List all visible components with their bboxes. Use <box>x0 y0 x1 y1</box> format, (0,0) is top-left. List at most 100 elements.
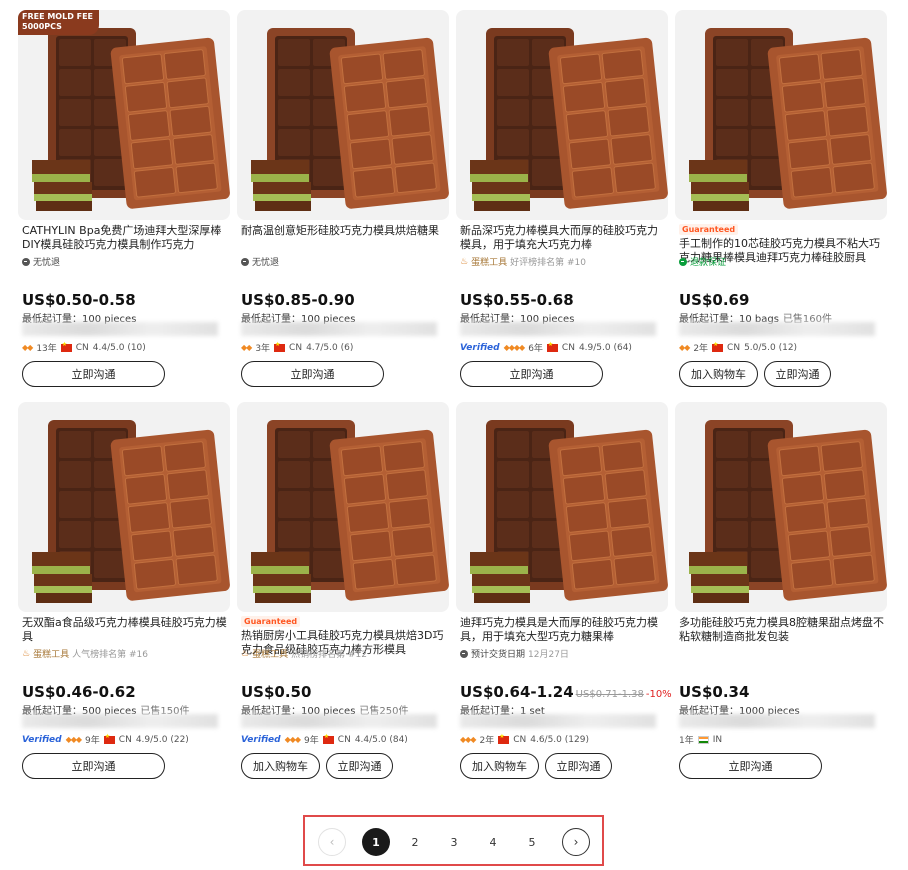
contact-now-button[interactable]: 立即沟通 <box>679 753 822 779</box>
product-subline: 无忧退 <box>241 255 279 268</box>
product-image[interactable] <box>675 402 887 612</box>
contact-now-button[interactable]: 立即沟通 <box>241 361 384 387</box>
subline-text: 无忧退 <box>252 258 280 268</box>
page-2-button[interactable]: 2 <box>401 828 429 856</box>
country-flag-icon <box>697 735 709 744</box>
subline-text: 无忧退 <box>33 258 61 268</box>
supplier-rating: 4.4/5.0 (84) <box>354 734 408 745</box>
prev-page-button[interactable]: ‹ <box>318 828 346 856</box>
page-1-button[interactable]: 1 <box>362 828 390 856</box>
chocolate-mold-image <box>251 420 449 603</box>
subline-text: 预计交货日期 <box>471 650 526 660</box>
supplier-rating: 4.6/5.0 (129) <box>530 734 589 745</box>
supplier-meta: ◆◆3年 CN4.7/5.0 (6) <box>241 341 353 355</box>
check-shield-icon <box>679 257 687 266</box>
product-image[interactable] <box>237 10 449 220</box>
blurred-supplier-name <box>460 322 656 336</box>
price-value: US$0.64-1.24 <box>460 683 574 701</box>
product-title[interactable]: 新品深巧克力棒模具大而厚的硅胶巧克力模具，用于填充大巧克力棒 <box>460 224 666 252</box>
verified-badge: Verified <box>460 342 500 353</box>
product-title[interactable]: 无双酯a食品级巧克力棒模具硅胶巧克力模具 <box>22 616 228 644</box>
flame-icon: ♨ <box>460 256 469 267</box>
price-value: US$0.50-0.58 <box>22 291 136 309</box>
product-subline: ♨ 蛋糕工具 好评榜排名第 #10 <box>460 255 586 269</box>
next-page-button[interactable]: › <box>562 828 590 856</box>
product-image[interactable] <box>237 402 449 612</box>
product-title[interactable]: CATHYLIN Bpa免费广场迪拜大型深厚棒DIY模具硅胶巧克力模具制作巧克力 <box>22 224 228 252</box>
price-value: US$0.34 <box>679 683 750 701</box>
supplier-country: CN <box>75 342 89 353</box>
supplier-years: 2年 <box>693 344 709 354</box>
product-image[interactable] <box>456 402 668 612</box>
add-to-cart-button[interactable]: 加入购物车 <box>460 753 539 779</box>
product-title[interactable]: 迪拜巧克力模具是大而厚的硅胶巧克力模具，用于填充大型巧克力糖果棒 <box>460 616 666 644</box>
product-card[interactable]: 新品深巧克力棒模具大而厚的硅胶巧克力模具，用于填充大巧克力棒 ♨ 蛋糕工具 好评榜排名… <box>456 10 668 396</box>
product-card[interactable]: FREE MOLD FEE 5000PCS CATHYLIN Bpa免费广场迪拜大… <box>18 10 230 396</box>
supplier-country: CN <box>337 734 351 745</box>
product-title[interactable]: 耐高温创意矩形硅胶巧克力模具烘焙糖果 <box>241 224 447 252</box>
product-price: US$0.55-0.68 <box>460 291 574 309</box>
product-title[interactable]: 多功能硅胶巧克力模具8腔糖果甜点烤盘不粘软糖制造商批发包装 <box>679 616 885 644</box>
product-image[interactable] <box>18 402 230 612</box>
info-icon <box>241 257 249 266</box>
contact-now-button[interactable]: 立即沟通 <box>22 753 165 779</box>
supplier-years: 3年 <box>255 344 271 354</box>
chocolate-mold-image <box>251 28 449 211</box>
blurred-supplier-name <box>22 322 218 336</box>
price-value: US$0.85-0.90 <box>241 291 355 309</box>
product-card[interactable]: 无双酯a食品级巧克力棒模具硅胶巧克力模具 ♨ 蛋糕工具 人气榜排名第 #16 US$0.… <box>18 402 230 788</box>
product-grid: FREE MOLD FEE 5000PCS CATHYLIN Bpa免费广场迪拜大… <box>18 10 890 788</box>
diamond-rating-icon: ◆◆ <box>241 343 252 352</box>
free-mold-fee-badge: FREE MOLD FEE 5000PCS <box>18 10 100 35</box>
diamond-rating-icon: ◆◆◆ <box>460 735 477 744</box>
add-to-cart-button[interactable]: 加入购物车 <box>241 753 320 779</box>
product-subline: 退款保证 <box>679 255 726 268</box>
card-actions: 加入购物车 立即沟通 <box>460 753 612 779</box>
add-to-cart-button[interactable]: 加入购物车 <box>679 361 758 387</box>
supplier-meta: Verified◆◆◆◆6年 CN4.9/5.0 (64) <box>460 341 632 355</box>
product-card[interactable]: Guaranteed 手工制作的10芯硅胶巧克力模具不粘大巧克力糖果棒模具迪拜巧克… <box>675 10 887 396</box>
page-3-button[interactable]: 3 <box>440 828 468 856</box>
contact-now-button[interactable]: 立即沟通 <box>326 753 393 779</box>
blurred-supplier-name <box>22 714 218 728</box>
supplier-meta: Verified◆◆◆9年 CN4.4/5.0 (84) <box>241 733 408 747</box>
product-card[interactable]: 多功能硅胶巧克力模具8腔糖果甜点烤盘不粘软糖制造商批发包装 US$0.34 最低起订… <box>675 402 887 788</box>
subline-text: 退款保证 <box>690 258 727 268</box>
subline-rank: 12月27日 <box>528 650 569 660</box>
product-card[interactable]: 耐高温创意矩形硅胶巧克力模具烘焙糖果 无忧退 US$0.85-0.90 最低起订量：1… <box>237 10 449 396</box>
page-4-button[interactable]: 4 <box>479 828 507 856</box>
contact-now-button[interactable]: 立即沟通 <box>460 361 603 387</box>
supplier-years: 13年 <box>36 344 57 354</box>
supplier-rating: 5.0/5.0 (12) <box>744 342 798 353</box>
diamond-rating-icon: ◆◆◆ <box>65 735 83 744</box>
guaranteed-badge: Guaranteed <box>241 616 301 627</box>
product-card[interactable]: 迪拜巧克力模具是大而厚的硅胶巧克力模具，用于填充大型巧克力糖果棒预计交货日期 12… <box>456 402 672 788</box>
product-price: US$0.64-1.24 US$0.71-1.38 -10% <box>460 683 672 701</box>
contact-now-button[interactable]: 立即沟通 <box>545 753 612 779</box>
supplier-country: CN <box>513 734 527 745</box>
blurred-supplier-name <box>460 714 656 728</box>
contact-now-button[interactable]: 立即沟通 <box>764 361 831 387</box>
chocolate-mold-image <box>32 28 230 211</box>
country-flag-icon <box>712 341 724 352</box>
product-price: US$0.85-0.90 <box>241 291 355 309</box>
product-image[interactable]: FREE MOLD FEE 5000PCS <box>18 10 230 220</box>
price-value: US$0.46-0.62 <box>22 683 136 701</box>
price-value: US$0.55-0.68 <box>460 291 574 309</box>
supplier-country: CN <box>561 342 575 353</box>
diamond-rating-icon: ◆◆ <box>679 343 690 352</box>
country-flag-icon <box>60 341 72 352</box>
card-actions: 加入购物车 立即沟通 <box>679 361 831 387</box>
pagination: ‹ 1 2 3 4 5 › <box>318 828 590 856</box>
diamond-rating-icon: ◆◆◆ <box>284 735 302 744</box>
chocolate-mold-image <box>470 420 668 603</box>
product-image[interactable] <box>456 10 668 220</box>
product-card[interactable]: Guaranteed 热销厨房小工具硅胶巧克力模具烘焙3D巧克力食品级硅胶巧克力棒… <box>237 402 449 788</box>
supplier-country: CN <box>289 342 303 353</box>
card-actions: 立即沟通 <box>241 361 384 387</box>
product-image[interactable] <box>675 10 887 220</box>
contact-now-button[interactable]: 立即沟通 <box>22 361 165 387</box>
page-5-button[interactable]: 5 <box>518 828 546 856</box>
supplier-years: 9年 <box>304 736 319 746</box>
subline-text: 蛋糕工具 <box>471 258 508 268</box>
